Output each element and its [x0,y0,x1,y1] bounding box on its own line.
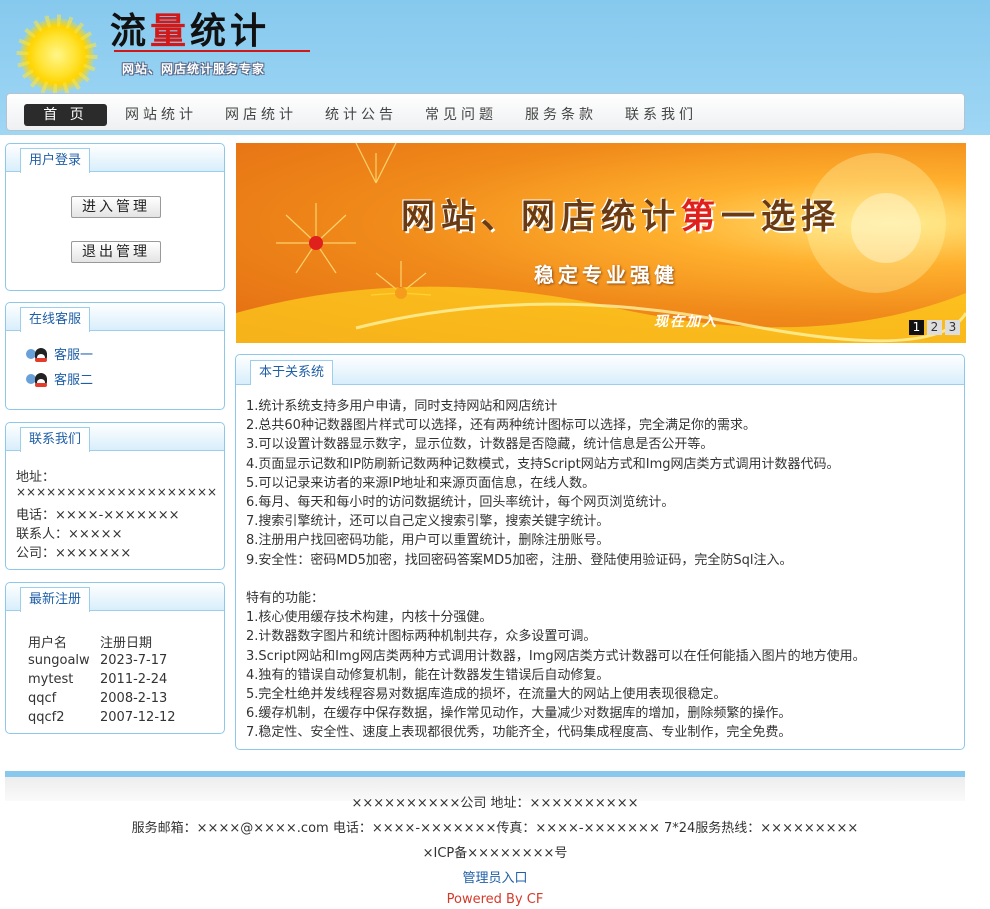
nav-contact[interactable]: 联系我们 [625,104,697,126]
feature-line: 8.注册用户找回密码功能，用户可以重置统计，删除注册账号。 [246,533,610,549]
exit-admin-button[interactable]: 退出管理 [71,241,161,263]
username-cell: mytest [28,672,74,687]
column-header-user: 用户名 [28,636,68,651]
column-header-date: 注册日期 [100,636,153,651]
contact-person: 联系人：××××× [16,527,123,542]
table-row: mytest 2011-2-24 [28,670,176,689]
date-cell: 2023-7-17 [100,653,168,668]
main-nav: 首 页 网站统计 网店统计 统计公告 常见问题 服务条款 联系我们 [6,93,965,131]
footer-company: ××××××××××公司 地址：×××××××××× [351,796,639,811]
banner-page-3[interactable]: 3 [945,320,960,335]
date-cell: 2011-2-24 [100,672,168,687]
contact-address-label: 地址： [16,470,56,485]
date-cell: 2008-2-13 [100,691,168,706]
service-tab: 在线客服 [20,307,91,332]
banner-page-1[interactable]: 1 [909,320,924,335]
footer-powered-row: Powered By CF [0,892,990,907]
qq-icon [26,347,50,363]
fireworks-decoration [236,143,966,343]
feature-line: 4.页面显示记数和IP防刷新记数两种记数模式，支持Script网站方式和Img网… [246,456,840,472]
nav-shop-stats[interactable]: 网店统计 [225,104,297,126]
nav-terms[interactable]: 服务条款 [525,104,597,126]
footer-admin-row: 管理员入口 [0,867,990,886]
feature-line: 2.总共60种记数器图片样式可以选择，还有两种统计图标可以选择，完全满足你的需求… [246,418,756,434]
nav-faq[interactable]: 常见问题 [425,104,497,126]
feature-line: 6.缓存机制，在缓存中保存数据，操作常见动作，大量减少对数据库的增加，删除频繁的… [246,706,792,722]
feature-line: 1.统计系统支持多用户申请，同时支持网站和网店统计 [246,399,558,414]
about-system-panel: 本于关系统 1.统计系统支持多用户申请，同时支持网站和网店统计 2.总共60种记… [235,354,965,750]
contact-address: ×××××××××××××××××××× [16,485,218,499]
nav-site-stats[interactable]: 网站统计 [125,104,197,126]
feature-line: 7.稳定性、安全性、速度上表现都很优秀，功能齐全，代码集成程度高、专业制作，完全… [246,725,792,741]
username-cell: qqcf [28,691,57,706]
username-cell: sungoalw [28,653,90,668]
banner-pager: 1 2 3 [909,320,960,335]
footer-contacts: 服务邮箱：××××@××××.com 电话：××××-×××××××传真：×××… [131,821,859,836]
join-now-link[interactable]: 现在加入 [654,311,718,331]
nav-announcements[interactable]: 统计公告 [325,104,397,126]
table-row: sungoalw 2023-7-17 [28,651,176,670]
login-panel: 用户登录 进入管理 退出管理 [5,143,225,291]
login-tab: 用户登录 [20,148,91,173]
feature-line: 5.完全杜绝并发线程容易对数据库造成的损坏，在流量大的网站上使用表现很稳定。 [246,687,727,703]
username-cell: qqcf2 [28,710,65,725]
feature-line: 3.可以设置计数器显示数字，显示位数，计数器是否隐藏，统计信息是否公开等。 [246,437,714,453]
feature-line: 3.Script网站和Img网店类两种方式调用计数器，Img网店类方式计数器可以… [246,648,866,664]
logo-subtitle: 网站、网店统计服务专家 [122,62,266,76]
promo-banner[interactable]: 网站、网店统计第一选择 稳定专业强健 现在加入 1 2 3 [236,143,966,343]
feature-line: 1.核心使用缓存技术构建，内核十分强健。 [246,610,493,626]
table-row: qqcf2 2007-12-12 [28,708,176,727]
date-cell: 2007-12-12 [100,710,176,725]
feature-line: 6.每月、每天和每小时的访问数据统计，回头率统计，每个网页浏览统计。 [246,495,675,511]
online-service-panel: 在线客服 客服一 客服二 [5,302,225,410]
table-row: qqcf 2008-2-13 [28,689,176,708]
banner-headline: 网站、网店统计第一选择 [401,197,841,237]
logo-underline [114,50,310,52]
about-content: 1.统计系统支持多用户申请，同时支持网站和网店统计 2.总共60种记数器图片样式… [246,397,866,743]
enter-admin-button[interactable]: 进入管理 [71,196,161,218]
feature-line: 9.安全性：密码MD5加密，找回密码答案MD5加密，注册、登陆使用验证码，完全防… [246,552,793,568]
footer-icp: ×ICP备××××××××号 [422,846,568,861]
admin-entry-link[interactable]: 管理员入口 [462,871,527,886]
qq-icon [26,372,50,388]
contact-tab: 联系我们 [20,427,91,452]
nav-home[interactable]: 首 页 [24,104,107,126]
feature-line: 4.独有的错误自动修复机制，能在计数器发生错误后自动修复。 [246,667,610,683]
new-registrations-panel: 最新注册 用户名 注册日期 sungoalw 2023-7-17 mytest … [5,582,225,734]
feature-line: 7.搜索引擎统计，还可以自己定义搜索引擎，搜索关键字统计。 [246,514,610,530]
registrations-table: 用户名 注册日期 sungoalw 2023-7-17 mytest 2011-… [28,632,176,727]
sun-logo-icon [20,18,94,92]
service-link-1[interactable]: 客服一 [26,347,93,365]
site-logo[interactable]: 流量统计 网站、网店统计服务专家 [14,0,310,92]
banner-subtitle: 稳定专业强健 [534,263,678,287]
powered-by-link[interactable]: Powered By CF [447,892,544,907]
banner-page-2[interactable]: 2 [927,320,942,335]
about-tab: 本于关系统 [250,360,334,385]
feature-line: 2.计数器数字图片和统计图标两种机制共存，众多设置可调。 [246,629,597,645]
registrations-tab: 最新注册 [20,587,91,612]
contact-company: 公司：××××××× [16,546,132,561]
logo-title: 流量统计 [110,10,271,52]
special-features-heading: 特有的功能： [246,591,325,607]
table-header-row: 用户名 注册日期 [28,632,176,651]
contact-panel: 联系我们 地址： ×××××××××××××××××××× 电话：××××-××… [5,422,225,570]
feature-line: 5.可以记录来访者的来源IP地址和来源页面信息，在线人数。 [246,475,596,491]
service-link-2[interactable]: 客服二 [26,372,93,390]
contact-phone: 电话：××××-××××××× [16,508,180,523]
